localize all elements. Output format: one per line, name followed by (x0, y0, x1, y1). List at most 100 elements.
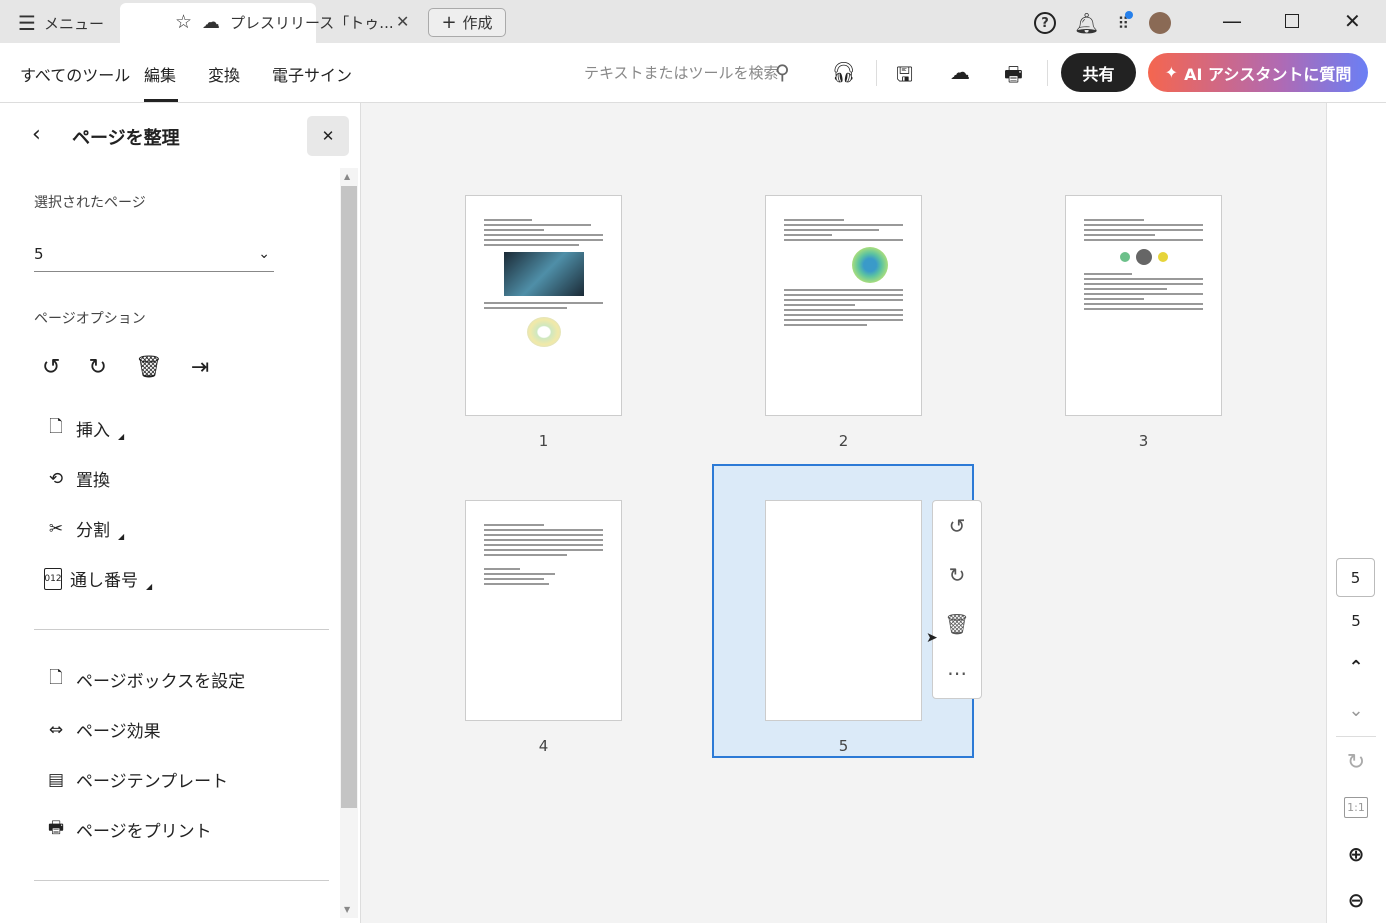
ai-label: AI アシスタントに質問 (1184, 64, 1352, 84)
nav-esign[interactable]: 電子サイン (272, 62, 352, 86)
insert-button[interactable]: 🗋 挿入 ◢ (44, 416, 124, 441)
nav-edit[interactable]: 編集 (144, 62, 176, 86)
zoom-out-icon[interactable]: ⊖ (1326, 888, 1386, 912)
panel-title: ページを整理 (72, 128, 180, 149)
replace-button[interactable]: ⟲ 置換 (44, 466, 110, 492)
actual-size-icon[interactable]: 1:1 (1326, 797, 1386, 818)
extract-page-icon[interactable]: ⇥ (191, 355, 209, 380)
ai-sparkle-icon: ✦ (1164, 63, 1179, 82)
replace-page-icon: ⟲ (48, 468, 64, 489)
rotate-left-icon[interactable]: ↺ (949, 514, 966, 538)
search-input[interactable]: テキストまたはツールを検索 (584, 62, 779, 83)
divider (876, 60, 877, 86)
active-nav-indicator (144, 99, 178, 102)
split-page-icon: ✂ (48, 518, 64, 539)
page-options-label: ページオプション (34, 311, 146, 327)
divider (1047, 60, 1048, 86)
page-thumbnail-2[interactable] (765, 195, 922, 416)
divider (34, 880, 329, 881)
print-icon[interactable]: 🖶 (1004, 60, 1023, 94)
zoom-in-icon[interactable]: ⊕ (1326, 842, 1386, 866)
create-label: 作成 (462, 14, 493, 32)
trash-icon[interactable]: 🗑︎ (944, 612, 969, 636)
divider (34, 629, 329, 630)
minimize-icon[interactable]: — (1222, 9, 1242, 33)
numbering-icon: 012 (44, 567, 62, 590)
page-box-label: ページボックスを設定 (76, 672, 246, 692)
share-button[interactable]: 共有 (1061, 53, 1136, 92)
tab-title: プレスリリース「トゥ... (230, 13, 394, 32)
plus-icon: + (441, 12, 457, 33)
numbering-label: 通し番号 (70, 571, 138, 591)
page-template-icon: ▤ (47, 769, 65, 790)
page-template-button[interactable]: ▤ ページテンプレート (44, 767, 229, 793)
page-effects-button[interactable]: ⇔ ページ効果 (44, 717, 161, 743)
page-template-label: ページテンプレート (76, 772, 229, 792)
split-label: 分割 (76, 521, 110, 541)
more-options-icon[interactable]: ⋯ (947, 661, 967, 685)
nav-convert[interactable]: 変換 (208, 62, 240, 86)
tab-content: ☆ ☁ プレスリリース「トゥ... (175, 11, 394, 33)
circle-diagram (852, 247, 888, 283)
panel-scrollbar[interactable]: ▲ ▼ (340, 168, 358, 918)
help-icon[interactable]: ? (1034, 12, 1056, 34)
page-thumbnail-5[interactable] (765, 500, 922, 721)
bates-numbering-button[interactable]: 012 通し番号 ◢ (44, 566, 152, 591)
page-number-label: 2 (838, 432, 849, 450)
page-thumbnail-3[interactable] (1065, 195, 1222, 416)
rotate-view-icon[interactable]: ↻ (1326, 750, 1386, 775)
divider (1336, 736, 1376, 737)
page-number-label: 3 (1138, 432, 1149, 450)
save-icon[interactable]: 🖫 (896, 60, 913, 94)
page-thumbnail-1[interactable] (465, 195, 622, 416)
rotate-left-icon[interactable]: ↺ (42, 355, 60, 380)
page-effects-icon: ⇔ (48, 719, 64, 740)
page-number-label: 1 (538, 432, 549, 450)
close-tab-icon[interactable]: ✕ (396, 12, 409, 31)
selected-pages-label: 選択されたページ (34, 195, 146, 211)
nav-all-tools[interactable]: すべてのツール (20, 62, 130, 86)
apps-icon[interactable]: ⠿ (1117, 10, 1134, 33)
headphones-icon[interactable]: 🎧︎ (831, 60, 856, 84)
previous-page-icon[interactable]: ⌃ (1326, 657, 1386, 678)
total-pages: 5 (1351, 612, 1361, 630)
close-panel-button[interactable]: ✕ (307, 116, 349, 156)
page-box-icon: 🗋 (49, 668, 63, 688)
rotate-right-icon[interactable]: ↻ (949, 563, 966, 587)
maximize-icon[interactable] (1285, 14, 1299, 28)
menu-button[interactable]: ☰ メニュー (18, 11, 104, 35)
star-icon[interactable]: ☆ (175, 11, 192, 33)
selected-pages-dropdown[interactable]: 5 ⌄ (34, 236, 274, 272)
search-icon[interactable]: ⚲ (775, 60, 790, 84)
hamburger-icon: ☰ (18, 11, 36, 35)
insert-page-icon: 🗋 (49, 417, 63, 437)
replace-label: 置換 (76, 471, 110, 491)
page-number-label: 4 (538, 737, 549, 755)
mouse-cursor-icon: ➤ (926, 630, 938, 646)
print-page-button[interactable]: 🖶 ページをプリント (44, 817, 212, 842)
close-window-icon[interactable]: ✕ (1344, 9, 1361, 33)
organize-pages-panel (0, 103, 361, 923)
next-page-icon[interactable]: ⌄ (1326, 700, 1386, 721)
avatar[interactable] (1149, 12, 1172, 34)
page-number-input[interactable]: 5 (1336, 558, 1375, 597)
split-button[interactable]: ✂ 分割 ◢ (44, 516, 124, 542)
page-effects-label: ページ効果 (76, 722, 161, 742)
page-hover-toolbar: ↺ ↻ 🗑︎ ⋯ (932, 500, 982, 699)
trash-icon[interactable]: 🗑︎ (135, 355, 163, 380)
selected-pages-value: 5 (34, 244, 44, 263)
set-page-box-button[interactable]: 🗋 ページボックスを設定 (44, 667, 245, 692)
flow-diagram (1084, 249, 1203, 265)
bell-icon[interactable]: 🔔︎ (1074, 11, 1099, 35)
back-icon[interactable]: ‹ (32, 122, 41, 147)
router-image (503, 252, 584, 296)
ai-assistant-button[interactable]: ✦ AI アシスタントに質問 (1148, 53, 1368, 92)
gear-diagram (526, 317, 561, 347)
cloud-upload-icon[interactable]: ☁ (950, 60, 970, 84)
rotate-right-icon[interactable]: ↻ (88, 355, 106, 380)
create-button[interactable]: + 作成 (428, 8, 506, 37)
page-thumbnail-4[interactable] (465, 500, 622, 721)
scrollbar-thumb[interactable] (341, 186, 357, 808)
print-page-label: ページをプリント (76, 822, 212, 842)
chevron-down-icon: ⌄ (258, 245, 270, 262)
